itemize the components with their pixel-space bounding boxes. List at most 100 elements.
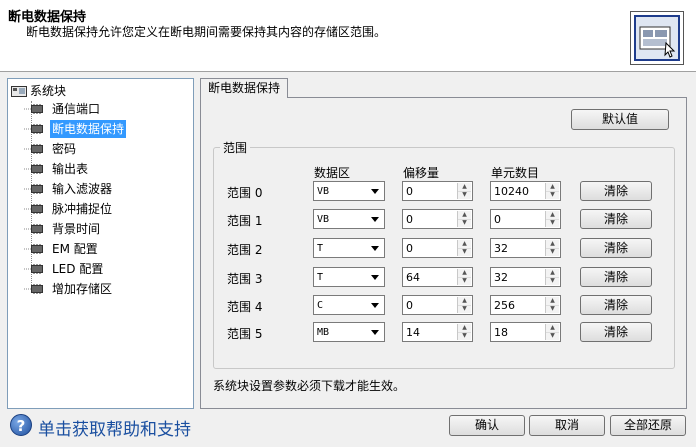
range-label: 范围 0: [227, 186, 263, 200]
count-spinner[interactable]: 32 ▲ ▼: [490, 238, 561, 258]
clear-button[interactable]: 清除: [580, 322, 652, 342]
tree-node-icon: [24, 164, 43, 174]
tree-item[interactable]: 输出表: [24, 160, 90, 178]
spin-down-icon[interactable]: ▼: [546, 218, 559, 227]
tree-item[interactable]: 背景时间: [24, 220, 102, 238]
count-value: 256: [494, 299, 515, 312]
offset-spinner[interactable]: 0 ▲ ▼: [402, 238, 473, 258]
count-spinner[interactable]: 256 ▲ ▼: [490, 295, 561, 315]
offset-spinner[interactable]: 14 ▲ ▼: [402, 322, 473, 342]
data-area-select[interactable]: T: [313, 238, 385, 258]
data-area-value: VB: [317, 214, 330, 225]
range-label: 范围 5: [227, 327, 263, 341]
cancel-button[interactable]: 取消: [529, 415, 605, 436]
data-area-select[interactable]: MB: [313, 322, 385, 342]
tree-item-label: 通信端口: [52, 102, 101, 116]
ok-button[interactable]: 确认: [449, 415, 525, 436]
count-value: 32: [494, 242, 508, 255]
help-icon[interactable]: ?: [10, 414, 32, 436]
clear-button[interactable]: 清除: [580, 209, 652, 229]
data-area-value: T: [317, 272, 324, 283]
tree-node-icon: [24, 284, 43, 294]
spin-up-icon[interactable]: ▲: [546, 269, 559, 277]
chevron-down-icon[interactable]: [367, 297, 383, 313]
tree-item-label: 输出表: [52, 162, 89, 176]
defaults-button[interactable]: 默认值: [571, 109, 669, 130]
tree-item-label: 背景时间: [52, 222, 101, 236]
count-spinner[interactable]: 32 ▲ ▼: [490, 267, 561, 287]
tree-node-icon: [24, 224, 43, 234]
tree-item[interactable]: 断电数据保持: [24, 120, 127, 138]
spin-up-icon[interactable]: ▲: [458, 183, 471, 191]
spin-down-icon[interactable]: ▼: [546, 304, 559, 313]
data-area-select[interactable]: VB: [313, 209, 385, 229]
chevron-down-icon[interactable]: [367, 240, 383, 256]
spin-down-icon[interactable]: ▼: [546, 247, 559, 256]
help-link[interactable]: 单击获取帮助和支持: [38, 415, 191, 440]
tab-retentive-ranges[interactable]: 断电数据保持: [200, 78, 288, 98]
restore-all-button[interactable]: 全部还原: [610, 415, 686, 436]
chevron-down-icon[interactable]: [367, 269, 383, 285]
data-area-select[interactable]: C: [313, 295, 385, 315]
download-note: 系统块设置参数必须下载才能生效。: [213, 379, 406, 393]
clear-button[interactable]: 清除: [580, 295, 652, 315]
clear-button[interactable]: 清除: [580, 267, 652, 287]
offset-value: 0: [406, 185, 413, 198]
tree-item-label: EM 配置: [52, 242, 98, 256]
offset-value: 0: [406, 242, 413, 255]
spin-up-icon[interactable]: ▲: [546, 211, 559, 219]
spin-down-icon[interactable]: ▼: [458, 218, 471, 227]
chevron-down-icon[interactable]: [367, 211, 383, 227]
count-value: 10240: [494, 185, 529, 198]
chevron-down-icon[interactable]: [367, 324, 383, 340]
system-block-tree[interactable]: 系统块 通信端口断电数据保持密码输出表输入滤波器脉冲捕捉位背景时间 EM 配置 LE…: [7, 78, 194, 409]
tree-item-label: 密码: [52, 142, 77, 156]
count-spinner[interactable]: 0 ▲ ▼: [490, 209, 561, 229]
chevron-down-icon[interactable]: [367, 183, 383, 199]
spin-up-icon[interactable]: ▲: [546, 324, 559, 332]
offset-spinner[interactable]: 64 ▲ ▼: [402, 267, 473, 287]
count-spinner[interactable]: 18 ▲ ▼: [490, 322, 561, 342]
offset-value: 14: [406, 326, 420, 339]
tree-item[interactable]: LED 配置: [24, 260, 105, 278]
tree-node-icon: [24, 244, 43, 254]
spin-up-icon[interactable]: ▲: [546, 183, 559, 191]
spin-up-icon[interactable]: ▲: [458, 269, 471, 277]
offset-spinner[interactable]: 0 ▲ ▼: [402, 181, 473, 201]
tree-item[interactable]: 密码: [24, 140, 78, 158]
spin-up-icon[interactable]: ▲: [458, 240, 471, 248]
tree-item[interactable]: 输入滤波器: [24, 180, 114, 198]
spin-down-icon[interactable]: ▼: [458, 190, 471, 199]
data-area-select[interactable]: T: [313, 267, 385, 287]
spin-up-icon[interactable]: ▲: [458, 324, 471, 332]
spin-down-icon[interactable]: ▼: [458, 304, 471, 313]
data-area-select[interactable]: VB: [313, 181, 385, 201]
spin-down-icon[interactable]: ▼: [546, 331, 559, 340]
tree-node-icon: [24, 184, 43, 194]
column-header-count: 单元数目: [491, 166, 540, 180]
spin-down-icon[interactable]: ▼: [458, 247, 471, 256]
range-label: 范围 2: [227, 243, 263, 257]
spin-up-icon[interactable]: ▲: [546, 240, 559, 248]
system-block-icon: [11, 86, 27, 97]
tree-item[interactable]: EM 配置: [24, 240, 100, 258]
count-spinner[interactable]: 10240 ▲ ▼: [490, 181, 561, 201]
offset-spinner[interactable]: 0 ▲ ▼: [402, 209, 473, 229]
data-area-value: T: [317, 243, 324, 254]
tree-item[interactable]: 增加存储区: [24, 280, 114, 298]
spin-up-icon[interactable]: ▲: [458, 211, 471, 219]
spin-down-icon[interactable]: ▼: [458, 331, 471, 340]
spin-down-icon[interactable]: ▼: [546, 276, 559, 285]
clear-button[interactable]: 清除: [580, 181, 652, 201]
clear-button[interactable]: 清除: [580, 238, 652, 258]
spin-up-icon[interactable]: ▲: [458, 297, 471, 305]
tree-item[interactable]: 脉冲捕捉位: [24, 200, 114, 218]
count-value: 18: [494, 326, 508, 339]
spin-up-icon[interactable]: ▲: [546, 297, 559, 305]
spin-down-icon[interactable]: ▼: [546, 190, 559, 199]
spin-down-icon[interactable]: ▼: [458, 276, 471, 285]
tree-root-system-block[interactable]: 系统块: [11, 82, 66, 100]
offset-spinner[interactable]: 0 ▲ ▼: [402, 295, 473, 315]
tree-item[interactable]: 通信端口: [24, 100, 102, 118]
count-value: 32: [494, 271, 508, 284]
